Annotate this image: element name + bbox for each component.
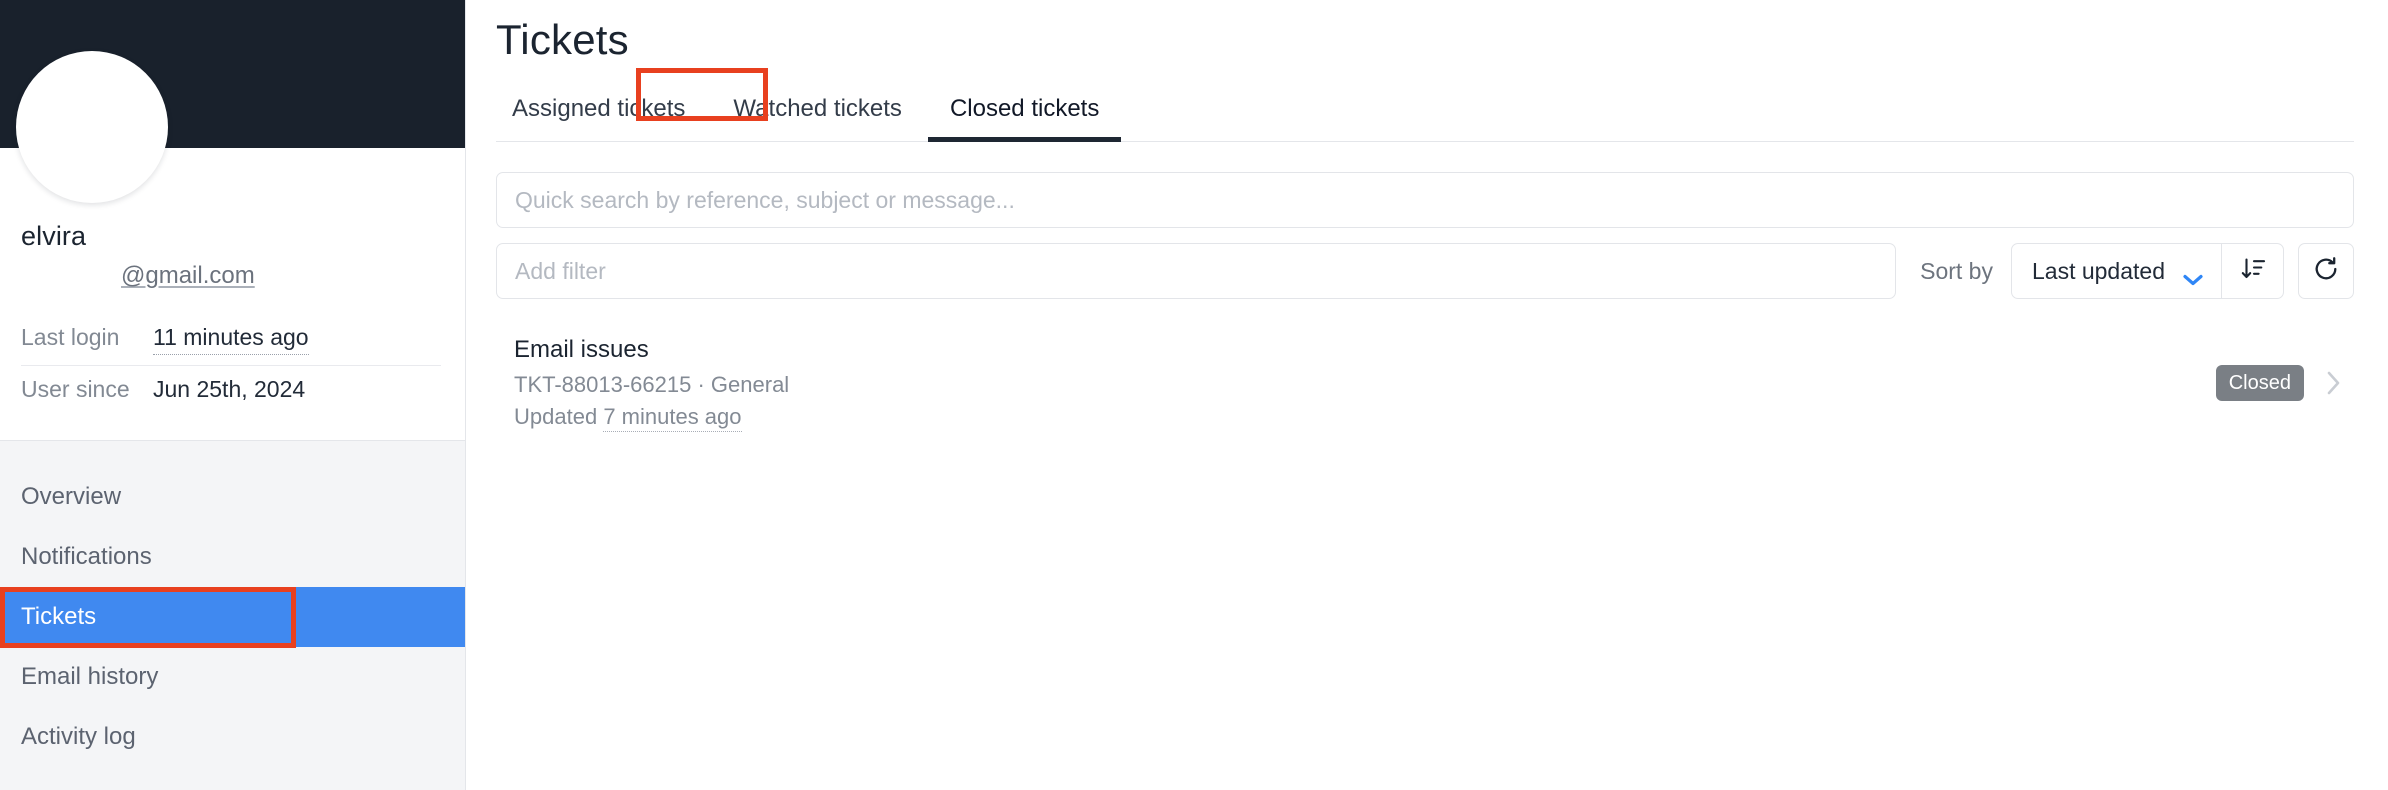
sidebar-item-activity-log[interactable]: Activity log: [0, 707, 465, 767]
sidebar-item-email-history[interactable]: Email history: [0, 647, 465, 707]
refresh-button[interactable]: [2298, 243, 2354, 299]
sort-control-group: Last updated: [2010, 243, 2284, 299]
app-root: elvira @gmail.com Last login 11 minutes …: [0, 0, 2388, 790]
user-since-value: Jun 25th, 2024: [153, 376, 306, 402]
ticket-row-right: Closed: [2215, 365, 2346, 401]
tab-label: Closed tickets: [949, 95, 1100, 122]
sidebar-item-label: Tickets: [21, 603, 97, 630]
refresh-icon: [2312, 255, 2340, 288]
last-login-cell: 11 minutes ago: [153, 314, 441, 366]
main-inner: Tickets Assigned tickets Watched tickets…: [466, 0, 2354, 445]
user-since-cell: Jun 25th, 2024: [153, 366, 441, 415]
profile-email[interactable]: @gmail.com: [21, 262, 255, 290]
profile-email-row: @gmail.com: [21, 262, 441, 290]
avatar[interactable]: [16, 51, 168, 203]
page-title: Tickets: [496, 16, 629, 63]
ticket-reference: TKT-88013-66215: [514, 372, 692, 397]
last-login-label: Last login: [21, 314, 153, 366]
profile-meta-table: Last login 11 minutes ago User since Jun…: [21, 314, 441, 414]
sort-descending-icon: [2240, 256, 2266, 287]
tab-assigned-tickets[interactable]: Assigned tickets: [496, 95, 709, 141]
sort-by-label: Sort by: [1920, 257, 1993, 284]
filter-input-wrap: [496, 243, 1897, 299]
tab-closed-tickets[interactable]: Closed tickets: [926, 95, 1123, 142]
ticket-list: Email issues TKT-88013-66215 · General U…: [496, 321, 2354, 445]
ticket-updated-prefix: Updated: [514, 404, 598, 429]
search-row: [496, 172, 2354, 228]
sidebar-item-label: Overview: [21, 483, 122, 510]
ticket-updated-line: Updated 7 minutes ago: [514, 403, 2216, 432]
ticket-main: Email issues TKT-88013-66215 · General U…: [514, 335, 2216, 432]
tab-watched-tickets[interactable]: Watched tickets: [709, 95, 926, 141]
sidebar-item-overview[interactable]: Overview: [0, 467, 465, 527]
profile-name: elvira: [21, 221, 87, 251]
table-row: Last login 11 minutes ago: [21, 314, 441, 366]
ticket-updated-time: 7 minutes ago: [603, 404, 742, 432]
filter-row: Sort by Last updated: [496, 243, 2354, 299]
sidebar: elvira @gmail.com Last login 11 minutes …: [0, 0, 466, 790]
chevron-down-icon: [2183, 265, 2203, 286]
tab-label: Watched tickets: [733, 95, 902, 122]
ticket-subject: Email issues: [514, 336, 649, 363]
sidebar-item-tickets[interactable]: Tickets: [0, 587, 465, 647]
add-filter-input[interactable]: [496, 243, 1897, 299]
last-login-value: 11 minutes ago: [153, 322, 309, 355]
sidebar-item-label: Notifications: [21, 543, 152, 570]
ticket-separator: ·: [697, 372, 705, 397]
sort-by-value: Last updated: [2031, 257, 2165, 284]
search-input[interactable]: [496, 172, 2354, 228]
table-row: User since Jun 25th, 2024: [21, 366, 441, 415]
sidebar-item-notifications[interactable]: Notifications: [0, 527, 465, 587]
user-since-label: User since: [21, 376, 130, 402]
sort-by-select[interactable]: Last updated: [2012, 244, 2221, 298]
sidebar-nav: Overview Notifications Tickets Email his…: [0, 441, 465, 790]
ticket-row[interactable]: Email issues TKT-88013-66215 · General U…: [496, 321, 2354, 445]
status-badge: Closed: [2215, 365, 2304, 401]
sort-direction-button[interactable]: [2221, 244, 2283, 298]
sidebar-item-label: Email history: [21, 663, 159, 690]
tab-bar: Assigned tickets Watched tickets Closed …: [496, 86, 2354, 142]
tab-label: Assigned tickets: [512, 95, 686, 122]
chevron-right-icon[interactable]: [2326, 370, 2342, 396]
ticket-reference-line: TKT-88013-66215 · General: [514, 371, 2216, 399]
sidebar-item-label: Activity log: [21, 723, 136, 750]
profile-card: elvira @gmail.com Last login 11 minutes …: [0, 0, 465, 441]
main-content: Tickets Assigned tickets Watched tickets…: [466, 0, 2388, 790]
ticket-category: General: [710, 372, 790, 397]
